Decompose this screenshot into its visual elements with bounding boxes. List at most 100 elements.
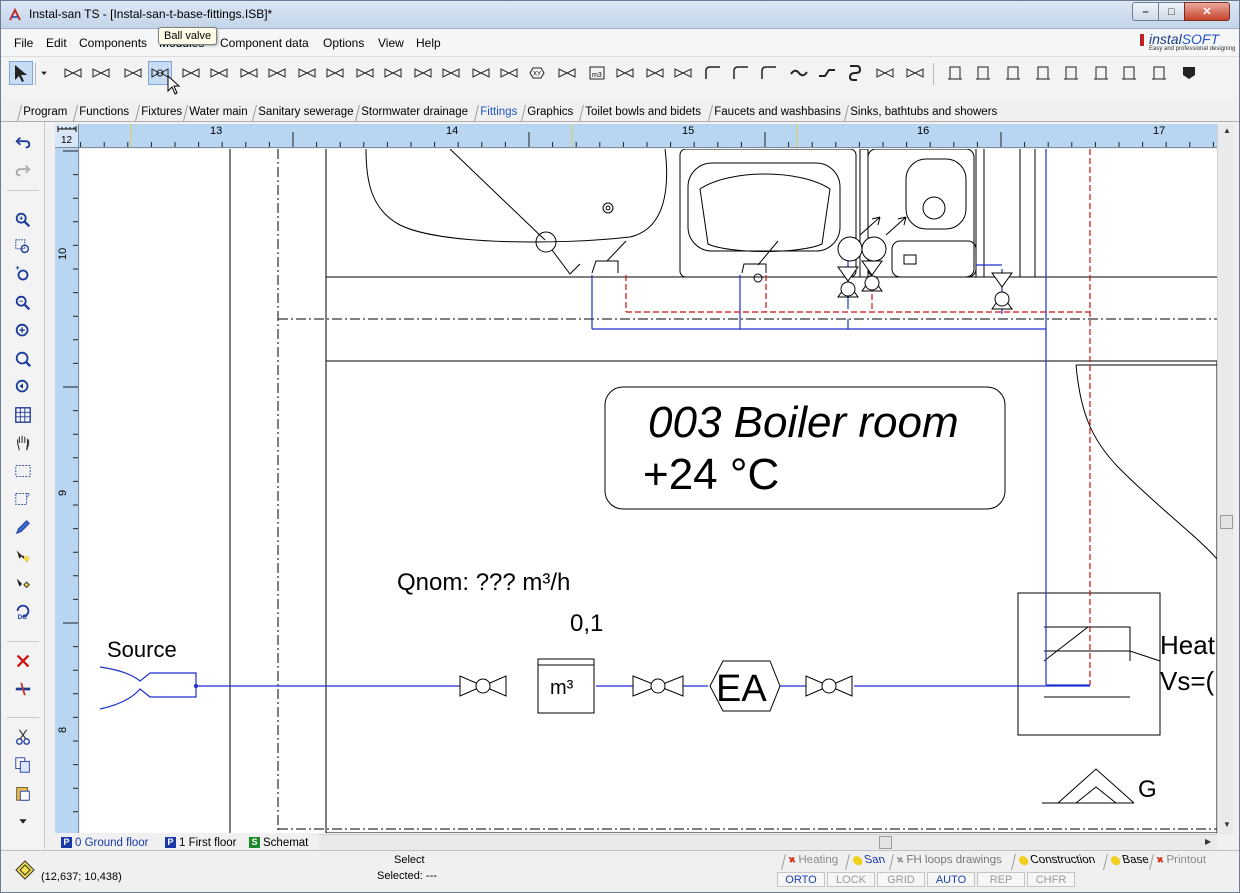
zoom-extents-button[interactable] bbox=[11, 347, 35, 371]
double-valve-button[interactable] bbox=[555, 61, 579, 85]
zoom-all-button[interactable] bbox=[11, 319, 35, 343]
drawing-svg[interactable]: 003 Boiler room +24 °C Qnom: ??? m³/h 0,… bbox=[80, 149, 1217, 833]
elbow-90-button[interactable] bbox=[701, 61, 725, 85]
zoom-out-button[interactable] bbox=[11, 291, 35, 315]
water-meter-button[interactable]: m3 bbox=[585, 61, 609, 85]
horizontal-scrollbar[interactable]: ▶ bbox=[319, 834, 1217, 850]
three-way-valve-button[interactable] bbox=[121, 61, 145, 85]
menu-options[interactable]: Options bbox=[323, 36, 364, 50]
select-query-button[interactable]: ? bbox=[11, 487, 35, 511]
horizontal-scroll-thumb[interactable] bbox=[879, 836, 892, 849]
check-valve-button[interactable] bbox=[179, 61, 203, 85]
xy-fitting-button[interactable]: XY bbox=[525, 61, 549, 85]
menu-component-data[interactable]: Component data bbox=[220, 36, 309, 50]
flange-button[interactable] bbox=[903, 61, 927, 85]
cut-button[interactable] bbox=[11, 725, 35, 749]
minimize-button[interactable]: – bbox=[1132, 2, 1159, 21]
tab-graphics[interactable]: Graphics bbox=[521, 105, 579, 121]
grid-table-button[interactable] bbox=[11, 403, 35, 427]
sleeve-button[interactable] bbox=[971, 61, 995, 85]
bracket-button[interactable] bbox=[943, 61, 967, 85]
snap-mode-icon[interactable] bbox=[15, 860, 35, 880]
tab-program[interactable]: Program bbox=[17, 105, 73, 121]
flashlight-button[interactable] bbox=[11, 543, 35, 567]
zoom-in-button[interactable] bbox=[11, 208, 35, 232]
dg-refresh-button[interactable]: DG bbox=[11, 599, 35, 623]
pressure-switch-button[interactable] bbox=[295, 61, 319, 85]
flag-grid[interactable]: GRID bbox=[877, 872, 925, 887]
pressure-gauge-button[interactable] bbox=[381, 61, 405, 85]
pencil-button[interactable] bbox=[11, 515, 35, 539]
pipe-clip-button[interactable] bbox=[1001, 61, 1025, 85]
pump-button[interactable] bbox=[439, 61, 463, 85]
flag-auto[interactable]: AUTO bbox=[927, 872, 975, 887]
mode-tab-printout[interactable]: ✖Printout bbox=[1149, 854, 1212, 870]
tab-stormwater-drainage[interactable]: Stormwater drainage bbox=[355, 105, 473, 121]
zoom-plus-button[interactable] bbox=[11, 263, 35, 287]
select-window-button[interactable] bbox=[11, 459, 35, 483]
break-pipe-button[interactable] bbox=[11, 677, 35, 701]
motor-valve-button[interactable] bbox=[497, 61, 521, 85]
end-cap-button[interactable] bbox=[1117, 61, 1141, 85]
elbow-45-button[interactable] bbox=[729, 61, 753, 85]
menu-help[interactable]: Help bbox=[416, 36, 441, 50]
vent-hook-button[interactable] bbox=[265, 61, 289, 85]
zoom-previous-button[interactable] bbox=[11, 375, 35, 399]
delete-button[interactable] bbox=[11, 649, 35, 673]
vent-up-button[interactable] bbox=[237, 61, 261, 85]
drawing-canvas[interactable]: 003 Boiler room +24 °C Qnom: ??? m³/h 0,… bbox=[80, 149, 1217, 833]
support-button[interactable] bbox=[1089, 61, 1113, 85]
trap-button[interactable] bbox=[1177, 61, 1201, 85]
wave-button[interactable] bbox=[787, 61, 811, 85]
pan-hand-button[interactable] bbox=[11, 431, 35, 455]
mode-tab-construction[interactable]: ⬤Construction bbox=[1011, 854, 1101, 870]
cone-reducer-button[interactable] bbox=[613, 61, 637, 85]
thermometer-button[interactable] bbox=[411, 61, 435, 85]
floor-bracket-button[interactable] bbox=[1059, 61, 1083, 85]
select-arrow-button[interactable] bbox=[9, 61, 33, 85]
union-button[interactable] bbox=[671, 61, 695, 85]
tab-functions[interactable]: Functions bbox=[73, 105, 134, 121]
menu-view[interactable]: View bbox=[378, 36, 404, 50]
floor-tab-schemat[interactable]: S Schemat bbox=[249, 835, 308, 850]
vertical-scrollbar[interactable]: ▲ ▼ bbox=[1217, 124, 1234, 834]
tab-fixtures[interactable]: Fixtures bbox=[135, 105, 187, 121]
flag-orto[interactable]: ORTO bbox=[777, 872, 825, 887]
scroll-down-icon[interactable]: ▼ bbox=[1223, 820, 1231, 829]
zoom-window-button[interactable] bbox=[11, 235, 35, 259]
straight-valve-button[interactable] bbox=[61, 61, 85, 85]
ks-valve-button[interactable] bbox=[207, 61, 231, 85]
siphon-button[interactable] bbox=[843, 61, 867, 85]
maximize-button[interactable]: □ bbox=[1158, 2, 1185, 21]
flag-rep[interactable]: REP bbox=[977, 872, 1025, 887]
floor-tab-1-first-floor[interactable]: P1 First floor bbox=[165, 835, 237, 850]
flashlight-star-button[interactable] bbox=[11, 571, 35, 595]
dropdown-arrow-button[interactable] bbox=[37, 61, 51, 85]
redo-button[interactable] bbox=[11, 159, 35, 183]
scroll-right-icon[interactable]: ▶ bbox=[1205, 837, 1211, 846]
tap-button[interactable] bbox=[873, 61, 897, 85]
menu-file[interactable]: File bbox=[14, 36, 33, 50]
angle-valve-button[interactable] bbox=[89, 61, 113, 85]
menu-edit[interactable]: Edit bbox=[46, 36, 67, 50]
reducer-button[interactable] bbox=[643, 61, 667, 85]
wall-bracket-button[interactable] bbox=[1031, 61, 1055, 85]
tab-toilet-bowls-and-bidets[interactable]: Toilet bowls and bidets bbox=[579, 105, 706, 121]
solenoid-valve-button[interactable] bbox=[469, 61, 493, 85]
more-tools-button[interactable] bbox=[11, 809, 35, 833]
elbow-30-button[interactable] bbox=[757, 61, 781, 85]
tab-faucets-and-washbasins[interactable]: Faucets and washbasins bbox=[708, 105, 846, 121]
scroll-up-icon[interactable]: ▲ bbox=[1223, 126, 1231, 135]
coupling-button[interactable] bbox=[1147, 61, 1171, 85]
flag-chfr[interactable]: CHFR bbox=[1027, 872, 1075, 887]
strainer-button[interactable] bbox=[353, 61, 377, 85]
floor-tab-0-ground-floor[interactable]: P0 Ground floor bbox=[61, 835, 149, 850]
mode-tab-heating[interactable]: ✖Heating bbox=[781, 854, 844, 870]
tab-water-main[interactable]: Water main bbox=[183, 105, 253, 121]
close-button[interactable]: ✕ bbox=[1184, 2, 1230, 21]
undo-button[interactable] bbox=[11, 131, 35, 155]
copy-button[interactable] bbox=[11, 753, 35, 777]
tab-sinks-bathtubs-and-showers[interactable]: Sinks, bathtubs and showers bbox=[844, 105, 1003, 121]
flag-lock[interactable]: LOCK bbox=[827, 872, 875, 887]
offset-button[interactable] bbox=[815, 61, 839, 85]
